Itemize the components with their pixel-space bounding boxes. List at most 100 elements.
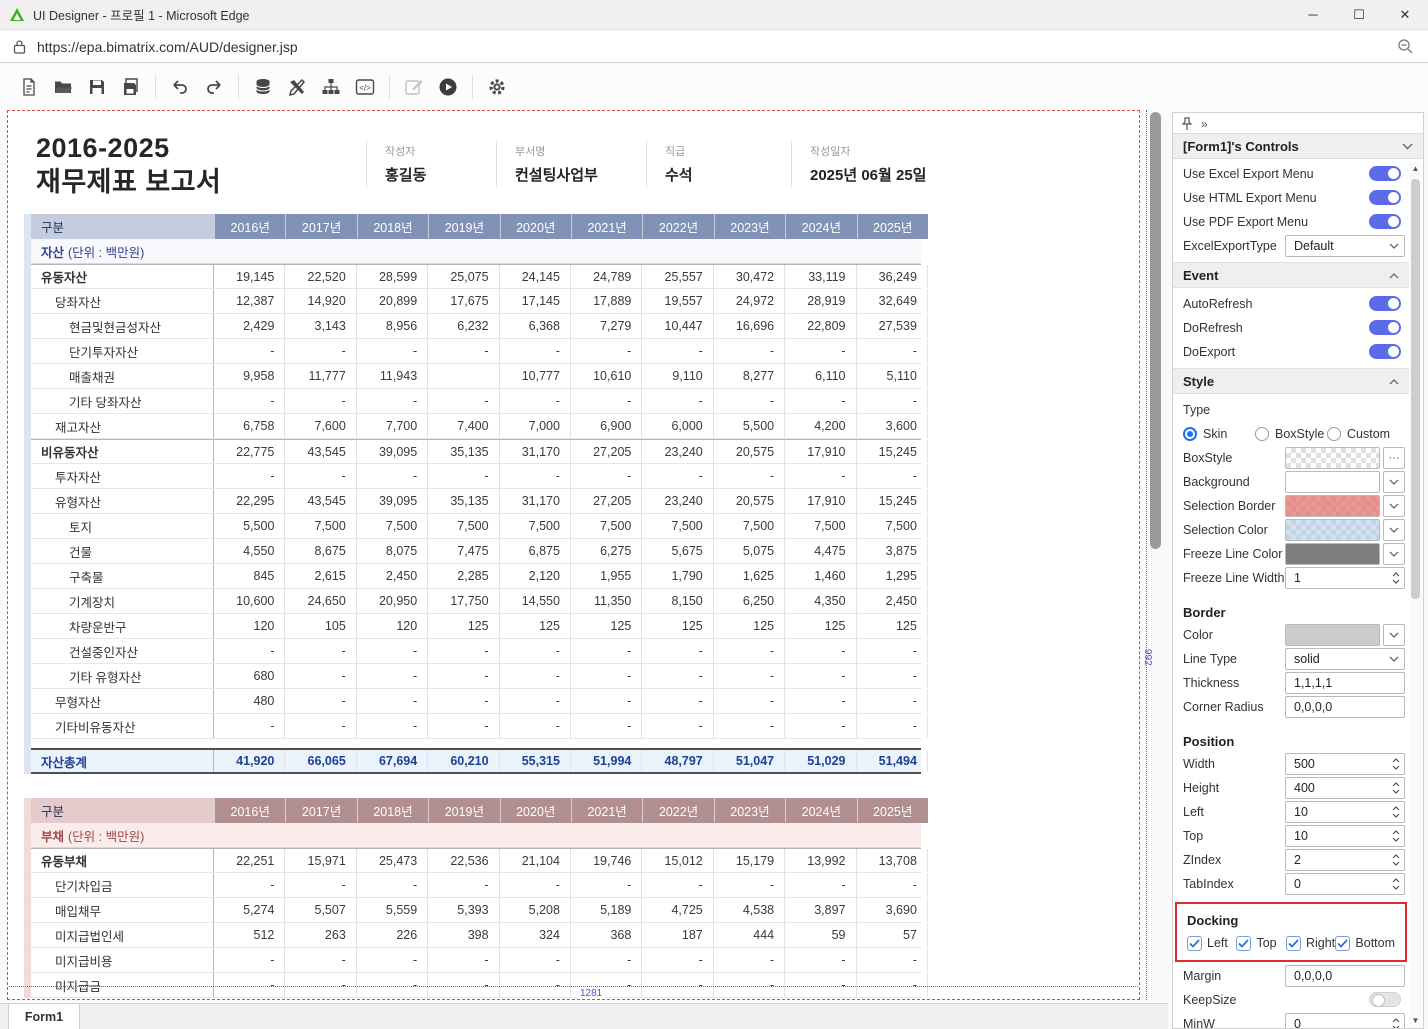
save-as-icon[interactable]	[118, 74, 144, 100]
spinner-left[interactable]: 10	[1285, 801, 1405, 823]
cell-value: 5,500	[714, 414, 785, 438]
cell-value: 3,875	[857, 539, 928, 563]
input-corner-radius[interactable]: 0,0,0,0	[1285, 696, 1405, 718]
sitemap-icon[interactable]	[318, 74, 344, 100]
spinner-arrows[interactable]	[1388, 1018, 1404, 1029]
table-row: 비유동자산22,77543,54539,09535,13531,17027,20…	[31, 439, 921, 464]
radio-custom[interactable]: Custom	[1327, 427, 1399, 441]
docking-checkboxes: LeftTopRightBottom	[1177, 931, 1405, 955]
design-canvas[interactable]: 2016-2025 재무제표 보고서 작성자 홍길동 부서명 컨설팅사업부 직급…	[7, 110, 1140, 1000]
checkbox-bottom[interactable]: Bottom	[1335, 936, 1395, 951]
toggle-doexport[interactable]	[1369, 344, 1401, 359]
toggle-dorefresh[interactable]	[1369, 320, 1401, 335]
select-excelexporttype[interactable]: Default	[1285, 235, 1405, 257]
radio-skin[interactable]: Skin	[1183, 427, 1255, 441]
toolbar-separator	[238, 75, 239, 99]
code-icon[interactable]: </>	[352, 74, 378, 100]
collapse-panel-icon[interactable]: »	[1201, 117, 1208, 131]
checkbox-right[interactable]: Right	[1286, 936, 1335, 951]
database-icon[interactable]	[250, 74, 276, 100]
new-file-icon[interactable]	[16, 74, 42, 100]
more-options-button[interactable]: ···	[1383, 447, 1405, 469]
cell-value: -	[785, 973, 856, 997]
spinner-arrows[interactable]	[1388, 830, 1404, 842]
horizontal-guide-label: 1281	[578, 988, 604, 999]
year-header: 2023년	[714, 798, 785, 823]
chevron-down-icon[interactable]	[1383, 519, 1405, 541]
settings-icon[interactable]	[484, 74, 510, 100]
liability-table[interactable]: 구분2016년2017년2018년2019년2020년2021년2022년202…	[24, 798, 921, 998]
close-button[interactable]: ✕	[1382, 0, 1428, 29]
tools-icon[interactable]	[284, 74, 310, 100]
minimize-button[interactable]: ─	[1290, 0, 1336, 29]
scroll-up-icon[interactable]: ▲	[1409, 161, 1422, 175]
chevron-down-icon[interactable]	[1384, 656, 1404, 662]
toggle-use-html-export-menu[interactable]	[1369, 190, 1401, 205]
props-list: Use Excel Export MenuUse HTML Export Men…	[1173, 161, 1409, 1028]
spinner-freeze-line-width[interactable]: 1	[1285, 567, 1405, 589]
chevron-down-icon[interactable]	[1383, 543, 1405, 565]
spinner-arrows[interactable]	[1388, 758, 1404, 770]
toggle-use-excel-export-menu[interactable]	[1369, 166, 1401, 181]
toggle-autorefresh[interactable]	[1369, 296, 1401, 311]
cell-value: 9,958	[214, 364, 285, 388]
type-radio-group: SkinBoxStyleCustom	[1173, 422, 1409, 445]
spinner-arrows[interactable]	[1388, 572, 1404, 584]
panel-section-event[interactable]: Event	[1173, 262, 1409, 288]
chevron-down-icon[interactable]	[1383, 471, 1405, 493]
scroll-down-icon[interactable]: ▼	[1409, 1013, 1422, 1027]
swatch-boxstyle[interactable]	[1285, 447, 1380, 469]
zoom-out-icon[interactable]	[1397, 38, 1414, 55]
spinner-width[interactable]: 500	[1285, 753, 1405, 775]
cell-value: 120	[357, 614, 428, 638]
spinner-arrows[interactable]	[1388, 806, 1404, 818]
tab-form1[interactable]: Form1	[8, 1004, 80, 1029]
checkbox-left[interactable]: Left	[1187, 936, 1236, 951]
cell-value: 24,650	[285, 589, 356, 613]
spinner-arrows[interactable]	[1388, 878, 1404, 890]
toggle-use-pdf-export-menu[interactable]	[1369, 214, 1401, 229]
chevron-down-icon[interactable]	[1383, 624, 1405, 646]
play-icon[interactable]	[435, 74, 461, 100]
swatch-color[interactable]	[1285, 624, 1380, 646]
spinner-top[interactable]: 10	[1285, 825, 1405, 847]
cell-value: 31,170	[500, 440, 571, 463]
panel-header[interactable]: [Form1]'s Controls	[1173, 133, 1423, 159]
asset-table[interactable]: 구분2016년2017년2018년2019년2020년2021년2022년202…	[24, 214, 921, 774]
url-input[interactable]: https://epa.bimatrix.com/AUD/designer.js…	[37, 39, 298, 55]
save-icon[interactable]	[84, 74, 110, 100]
cell-value: 125	[428, 614, 499, 638]
chevron-down-icon[interactable]	[1384, 243, 1404, 249]
spinner-arrows[interactable]	[1388, 854, 1404, 866]
toggle-keepsize[interactable]	[1369, 992, 1401, 1007]
chevron-down-icon[interactable]	[1383, 495, 1405, 517]
swatch-selection-border[interactable]	[1285, 495, 1380, 517]
panel-section-style[interactable]: Style	[1173, 368, 1409, 394]
swatch-background[interactable]	[1285, 471, 1380, 493]
lock-icon[interactable]	[12, 39, 27, 55]
spinner-height[interactable]: 400	[1285, 777, 1405, 799]
prop-label-top: Top	[1183, 829, 1285, 843]
canvas-scrollbar-thumb[interactable]	[1150, 112, 1161, 549]
radio-boxstyle[interactable]: BoxStyle	[1255, 427, 1327, 441]
table-row: 건물4,5508,6758,0757,4756,8756,2755,6755,0…	[31, 539, 921, 564]
toolbar: </>	[0, 64, 1428, 109]
spinner-minw[interactable]: 0	[1285, 1013, 1405, 1029]
group-heading-docking: Docking	[1177, 908, 1405, 928]
panel-scrollbar-thumb[interactable]	[1411, 179, 1420, 599]
open-folder-icon[interactable]	[50, 74, 76, 100]
pin-icon[interactable]	[1181, 117, 1193, 131]
spinner-zindex[interactable]: 2	[1285, 849, 1405, 871]
input-thickness[interactable]: 1,1,1,1	[1285, 672, 1405, 694]
swatch-selection-color[interactable]	[1285, 519, 1380, 541]
spinner-tabindex[interactable]: 0	[1285, 873, 1405, 895]
redo-icon[interactable]	[201, 74, 227, 100]
maximize-button[interactable]: ☐	[1336, 0, 1382, 29]
input-margin[interactable]: 0,0,0,0	[1285, 965, 1405, 987]
checkbox-top[interactable]: Top	[1236, 936, 1285, 951]
undo-icon[interactable]	[167, 74, 193, 100]
panel-scrollbar[interactable]: ▲ ▼	[1409, 161, 1422, 1027]
spinner-arrows[interactable]	[1388, 782, 1404, 794]
select-line-type[interactable]: solid	[1285, 648, 1405, 670]
swatch-freeze-line-color[interactable]	[1285, 543, 1380, 565]
